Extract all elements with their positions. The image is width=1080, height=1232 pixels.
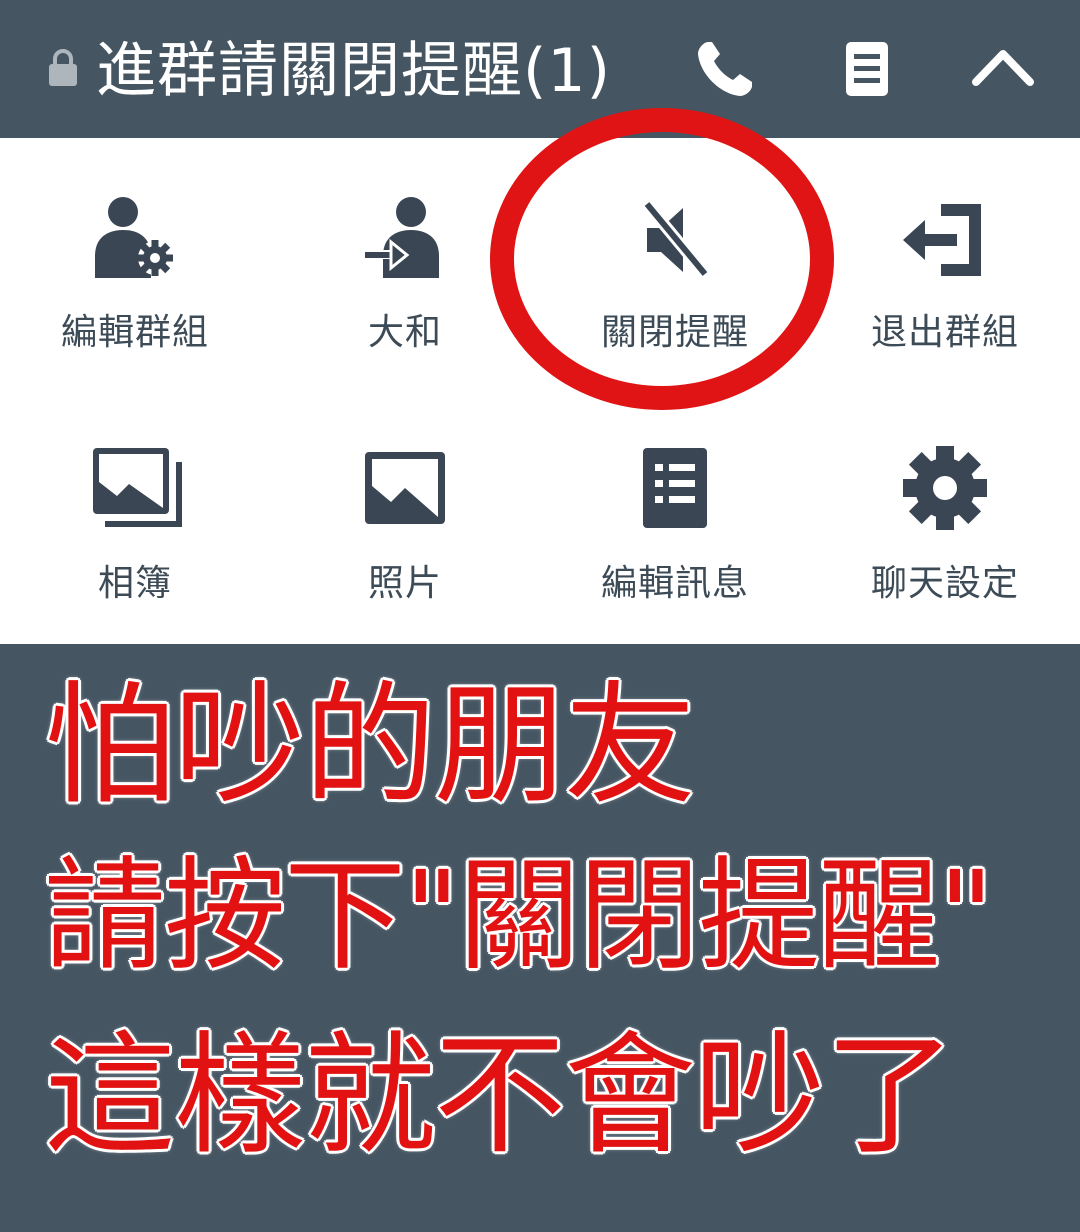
chat-header: 進群請關閉提醒(1) [0,0,1080,138]
menu-item-label: 編輯群組 [60,312,209,353]
albums-icon [93,448,182,527]
annotation-line-3: 這樣就不會吵了 [44,1019,956,1173]
menu-item-label: 關閉提醒 [600,312,749,353]
edit-messages-icon [643,448,707,528]
phone-icon[interactable] [690,34,760,104]
photo-icon [365,452,445,524]
menu-item-label: 退出群組 [870,312,1019,353]
caret-up-icon[interactable] [968,34,1038,104]
menu-item-edit-messages[interactable]: 編輯訊息 [540,388,810,644]
mute-icon [642,200,710,278]
menu-item-label: 編輯訊息 [600,563,749,604]
menu-item-label: 照片 [367,563,442,604]
menu-item-invite[interactable]: 大和 [270,138,540,388]
menu-item-albums[interactable]: 相簿 [0,388,270,644]
exit-group-icon [903,204,981,276]
menu-item-label: 相簿 [97,563,172,604]
notes-icon[interactable] [832,34,902,104]
chat-menu-panel: 編輯群組 大和 關閉提醒 退出群組 相簿 照片 編輯訊息 聊天設定 [0,138,1080,644]
edit-group-icon [95,197,173,278]
chat-title: 進群請關閉提醒(1) [96,36,611,106]
annotation-line-1: 怕吵的朋友 [44,669,696,823]
menu-item-chat-settings[interactable]: 聊天設定 [810,388,1080,644]
menu-item-leave-group[interactable]: 退出群組 [810,138,1080,388]
menu-item-photos[interactable]: 照片 [270,388,540,644]
menu-item-label: 大和 [367,312,442,353]
invite-person-icon [363,197,439,278]
menu-item-edit-group[interactable]: 編輯群組 [0,138,270,388]
annotation-line-2: 請按下"關閉提醒" [44,845,994,987]
lock-icon [49,49,77,86]
settings-gear-icon [903,446,987,530]
menu-item-mute[interactable]: 關閉提醒 [540,138,810,388]
menu-item-label: 聊天設定 [870,563,1019,604]
